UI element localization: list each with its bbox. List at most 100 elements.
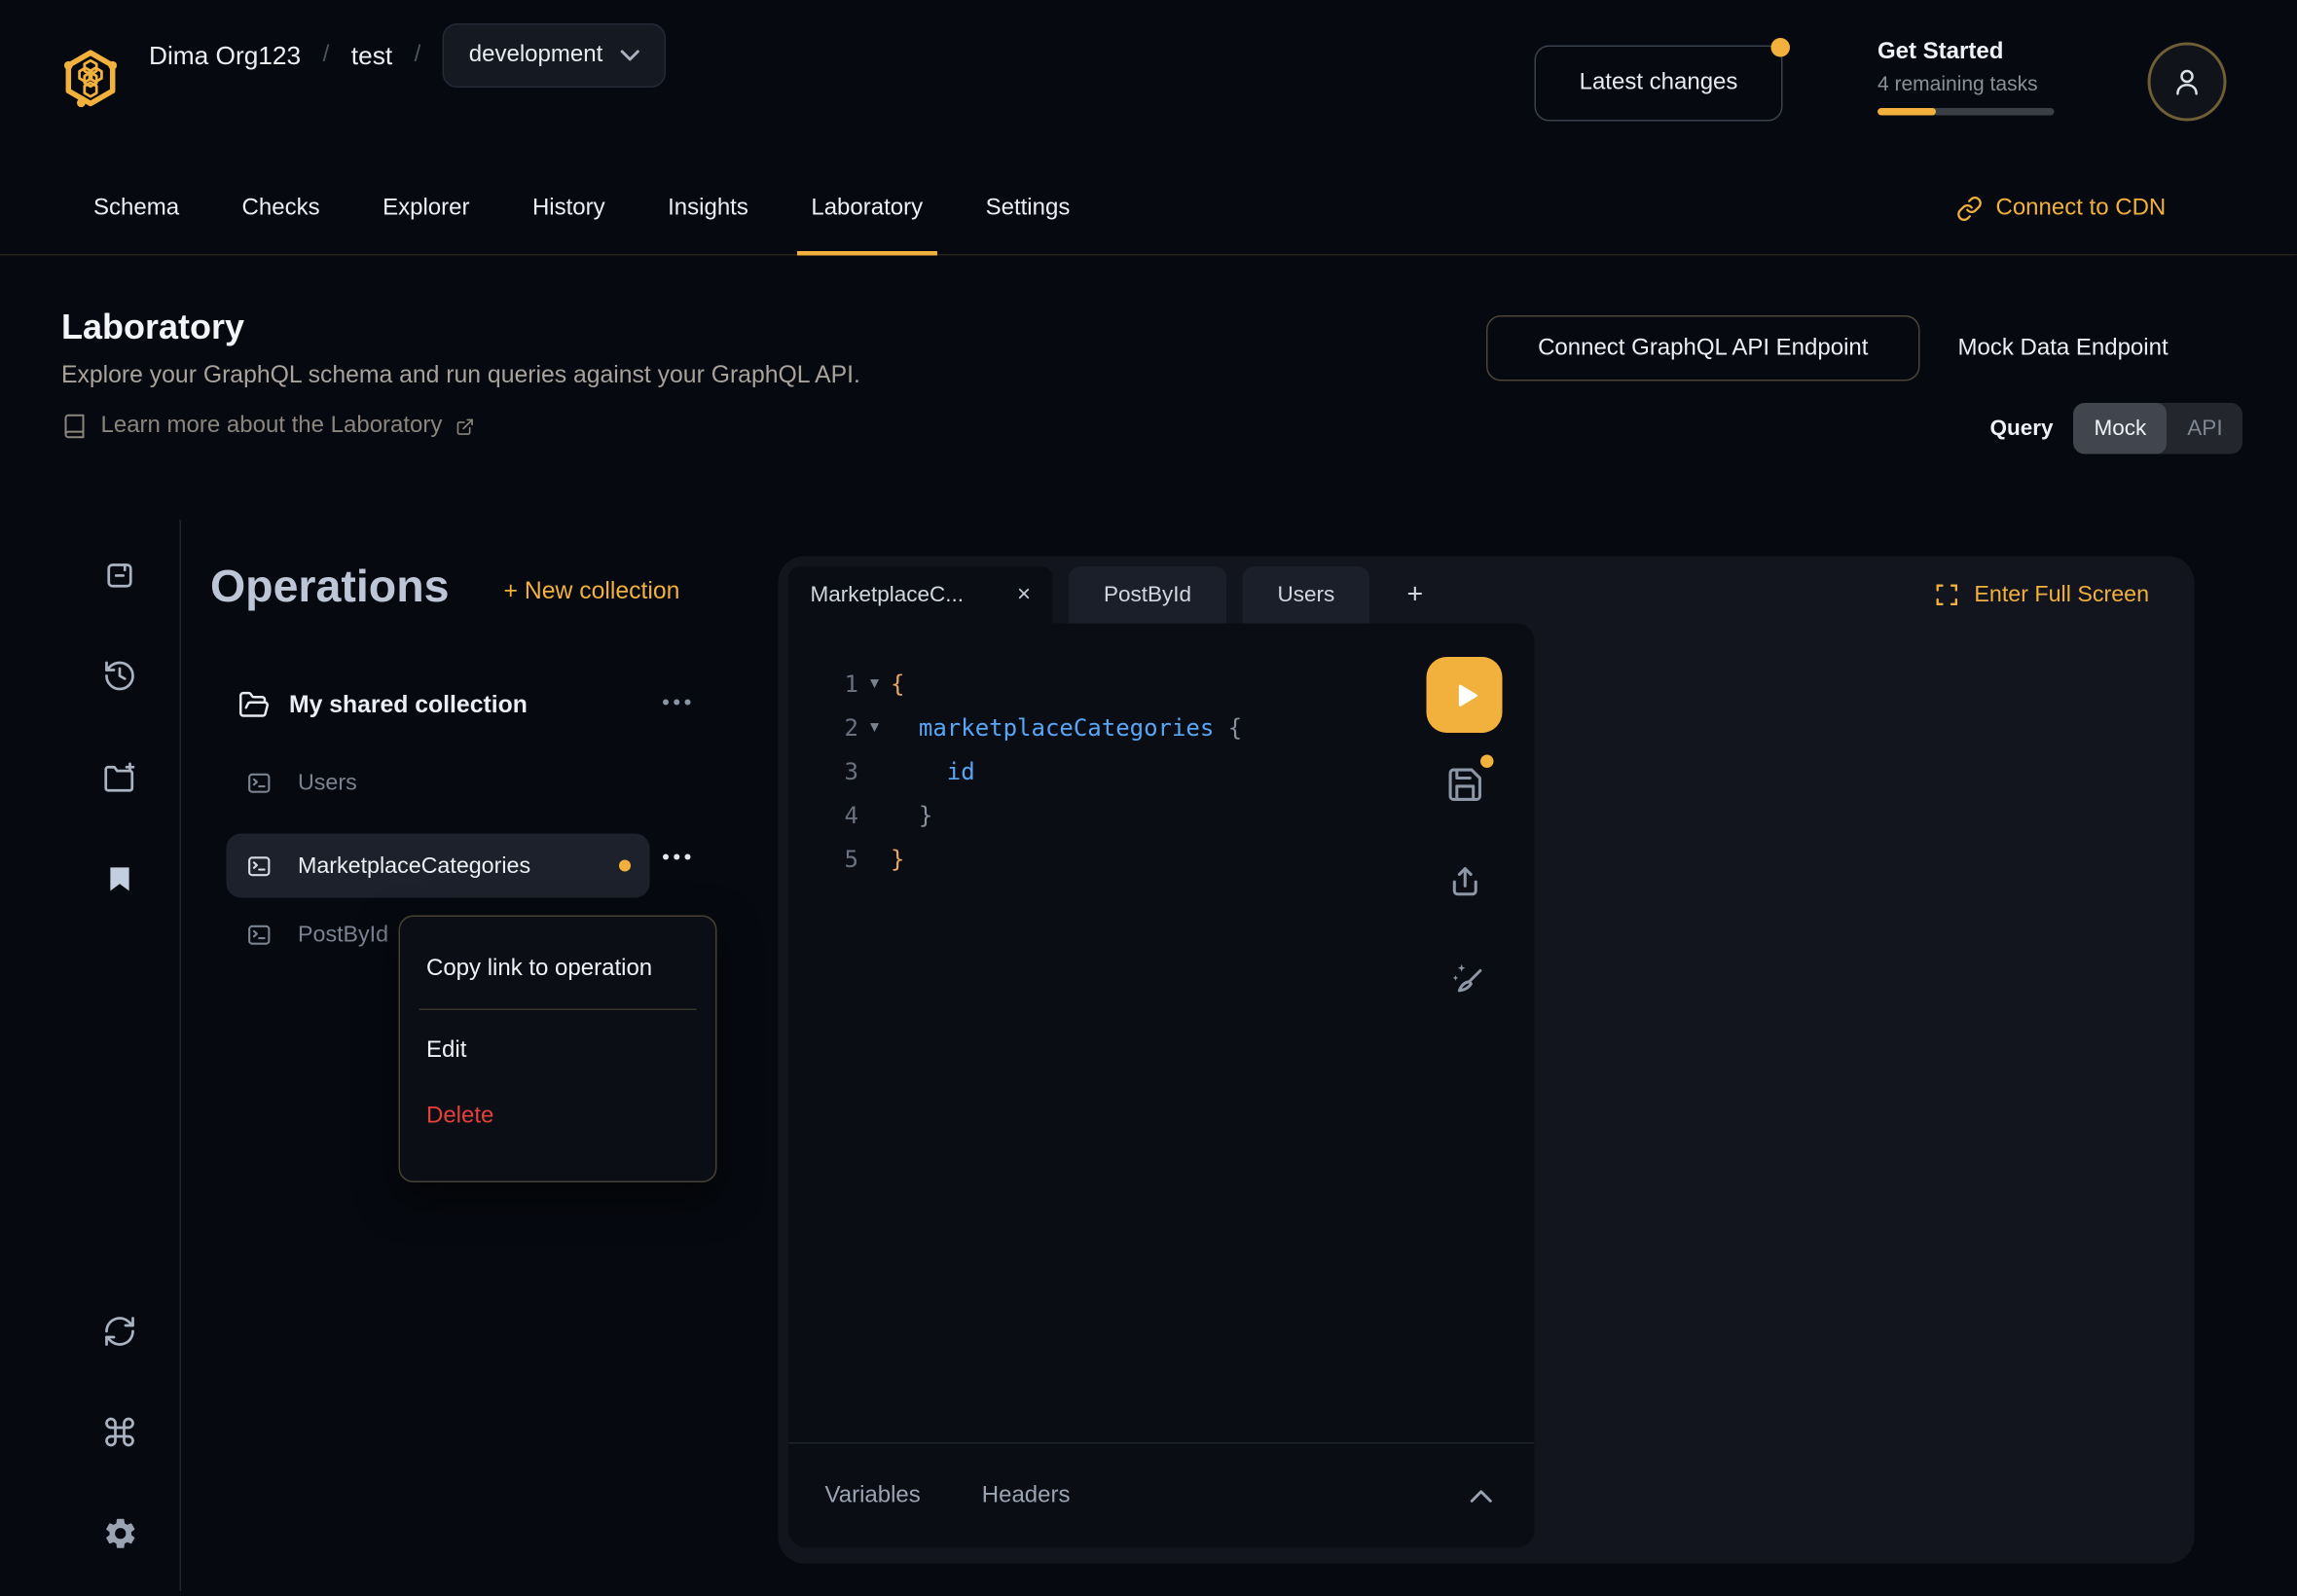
- editor-tab-label: PostById: [1104, 583, 1191, 608]
- operation-item-postbyid[interactable]: PostById: [245, 922, 388, 950]
- ellipsis-icon: [662, 852, 693, 861]
- operation-label: MarketplaceCategories: [298, 853, 530, 880]
- page-title: Laboratory: [61, 308, 244, 349]
- tab-label: Settings: [986, 196, 1071, 222]
- tab-settings[interactable]: Settings: [971, 163, 1085, 254]
- editor-tab-marketplacecategories[interactable]: MarketplaceC... ×: [788, 566, 1053, 624]
- breadcrumb: Dima Org123 / test / development: [149, 0, 666, 111]
- enter-fullscreen-button[interactable]: Enter Full Screen: [1935, 566, 2149, 624]
- tab-insights[interactable]: Insights: [653, 163, 763, 254]
- get-started-title: Get Started: [1878, 40, 2055, 66]
- operation-menu-button[interactable]: [662, 852, 693, 861]
- toggle-option-api[interactable]: API: [2167, 403, 2242, 454]
- collection-header[interactable]: My shared collection: [238, 689, 528, 721]
- prettify-query-button[interactable]: [1445, 957, 1486, 998]
- menu-divider: [419, 1009, 697, 1011]
- tab-label: Schema: [93, 196, 179, 222]
- connect-to-cdn-link[interactable]: Connect to CDN: [1956, 163, 2166, 254]
- tab-label: Explorer: [383, 196, 469, 222]
- tab-history[interactable]: History: [518, 163, 620, 254]
- laboratory-panel: MarketplaceC... × PostById Users + Enter…: [779, 557, 2195, 1564]
- fold-icon[interactable]: ▼: [858, 675, 891, 692]
- query-mode-row: Query Mock API: [1990, 403, 2243, 454]
- shortcuts-button[interactable]: [88, 1400, 152, 1465]
- tab-checks[interactable]: Checks: [228, 163, 335, 254]
- history-panel-button[interactable]: [88, 644, 152, 708]
- bookmark-icon: [104, 863, 136, 895]
- tab-laboratory[interactable]: Laboratory: [796, 163, 937, 254]
- tab-schema[interactable]: Schema: [79, 163, 194, 254]
- share-upload-icon: [1445, 861, 1485, 901]
- toggle-option-mock[interactable]: Mock: [2074, 403, 2168, 454]
- save-icon: [1445, 765, 1485, 805]
- headers-tab[interactable]: Headers: [982, 1482, 1071, 1508]
- editor-tab-label: Users: [1278, 583, 1335, 608]
- latest-changes-button[interactable]: Latest changes: [1535, 46, 1783, 122]
- refetch-schema-button[interactable]: [88, 1299, 152, 1363]
- folder-plus-icon: [102, 761, 137, 796]
- breadcrumb-separator: /: [415, 43, 421, 69]
- fold-icon[interactable]: ▼: [858, 719, 891, 736]
- connect-graphql-endpoint-button[interactable]: Connect GraphQL API Endpoint: [1486, 315, 1920, 381]
- breadcrumb-separator: /: [323, 43, 330, 69]
- line-number: 5: [788, 845, 858, 873]
- tab-label: History: [532, 196, 605, 222]
- fullscreen-icon: [1935, 583, 1960, 608]
- new-folder-button[interactable]: [88, 746, 152, 811]
- menu-item-copy-link[interactable]: Copy link to operation: [400, 936, 715, 1002]
- sidebar-divider: [180, 520, 182, 1591]
- operation-item-users[interactable]: Users: [245, 770, 357, 798]
- magic-brush-icon: [1445, 957, 1486, 998]
- new-collection-button[interactable]: + New collection: [504, 578, 680, 606]
- operation-item-marketplacecategories[interactable]: MarketplaceCategories: [245, 852, 530, 881]
- query-editor[interactable]: 1 ▼ { 2 ▼ marketplaceCategories { 3 id: [788, 624, 1535, 1548]
- get-started-subtitle: 4 remaining tasks: [1878, 72, 2055, 95]
- main-nav: Schema Checks Explorer History Insights …: [0, 163, 2297, 256]
- chevron-up-icon: [1469, 1488, 1494, 1505]
- save-operation-button[interactable]: [1445, 765, 1485, 805]
- play-icon: [1451, 679, 1482, 710]
- menu-item-edit[interactable]: Edit: [400, 1018, 715, 1084]
- collapse-panel-button[interactable]: [1469, 1488, 1494, 1505]
- share-operation-button[interactable]: [1445, 861, 1485, 901]
- editor-tab-postbyid[interactable]: PostById: [1069, 566, 1226, 624]
- code-area: 1 ▼ { 2 ▼ marketplaceCategories { 3 id: [788, 624, 1535, 881]
- new-tab-button[interactable]: +: [1386, 566, 1444, 624]
- collections-panel-button[interactable]: [88, 543, 152, 607]
- learn-more-label: Learn more about the Laboratory: [101, 414, 443, 440]
- chevron-down-icon: [620, 49, 639, 62]
- code-line: 3 id: [788, 749, 1535, 793]
- breadcrumb-org[interactable]: Dima Org123: [149, 40, 301, 71]
- tab-label: Checks: [242, 196, 320, 222]
- query-label: Query: [1990, 417, 2054, 442]
- code-text: marketplaceCategories: [891, 713, 1214, 742]
- latest-changes-label: Latest changes: [1580, 70, 1738, 96]
- user-icon: [2171, 66, 2204, 98]
- run-query-button[interactable]: [1427, 657, 1503, 733]
- hive-logo[interactable]: [58, 47, 123, 111]
- settings-button[interactable]: [88, 1501, 152, 1565]
- tab-label: Insights: [668, 196, 748, 222]
- external-link-icon: [456, 417, 475, 436]
- editor-bottom-bar: Variables Headers: [788, 1442, 1535, 1547]
- variables-tab[interactable]: Variables: [825, 1482, 921, 1508]
- user-avatar[interactable]: [2148, 43, 2227, 122]
- collection-menu-button[interactable]: [662, 698, 693, 707]
- folder-open-icon: [238, 689, 271, 721]
- hive-logo-icon: [58, 47, 123, 111]
- collection-name: My shared collection: [289, 691, 528, 719]
- close-tab-icon[interactable]: ×: [1017, 582, 1031, 608]
- get-started-widget[interactable]: Get Started 4 remaining tasks: [1878, 40, 2055, 116]
- environment-selector[interactable]: development: [443, 23, 666, 88]
- bookmarks-panel-button[interactable]: [88, 847, 152, 911]
- code-line: 4 }: [788, 793, 1535, 837]
- code-line: 1 ▼ {: [788, 662, 1535, 706]
- mock-data-endpoint-button[interactable]: Mock Data Endpoint: [1958, 315, 2169, 381]
- learn-more-link[interactable]: Learn more about the Laboratory: [61, 414, 474, 440]
- editor-tab-users[interactable]: Users: [1243, 566, 1370, 624]
- save-unsaved-dot: [1480, 755, 1494, 769]
- operation-label: PostById: [298, 922, 388, 948]
- menu-item-delete[interactable]: Delete: [400, 1083, 715, 1149]
- breadcrumb-project[interactable]: test: [351, 40, 392, 71]
- tab-explorer[interactable]: Explorer: [368, 163, 484, 254]
